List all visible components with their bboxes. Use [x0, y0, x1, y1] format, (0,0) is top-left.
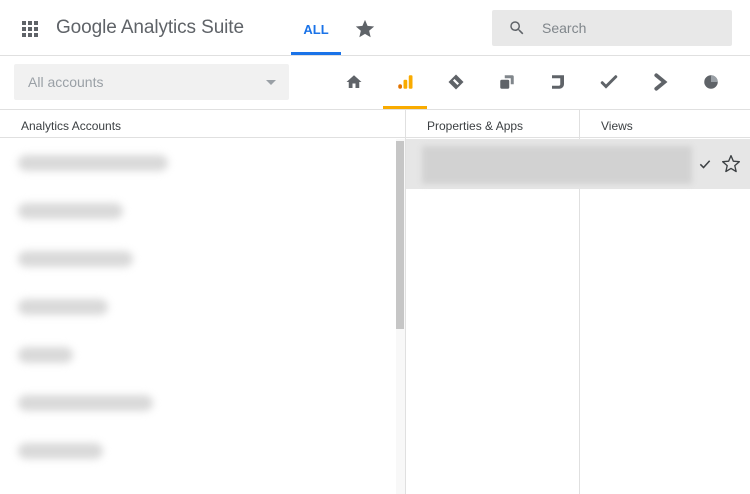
- product-toolbar: All accounts: [0, 56, 750, 110]
- checkmark-icon: [699, 160, 711, 169]
- audience-pie-icon: [704, 75, 718, 89]
- data-studio-icon: [552, 75, 564, 89]
- product-logo[interactable]: Google Analytics Suite: [56, 17, 244, 39]
- tag-manager-icon: [448, 74, 464, 90]
- product-tab-analytics[interactable]: [383, 56, 427, 109]
- tab-starred[interactable]: [354, 18, 376, 40]
- properties-column-title: Properties & Apps: [427, 119, 524, 133]
- views-column-header: Views: [580, 110, 750, 138]
- views-column-title: Views: [601, 119, 633, 133]
- list-item[interactable]: [0, 331, 396, 379]
- redacted-property-view-name: [422, 146, 692, 184]
- scrollbar-thumb[interactable]: [396, 141, 404, 329]
- redacted-account-name: [18, 395, 153, 411]
- top-app-bar: Google Analytics Suite ALL: [0, 0, 750, 56]
- product-tab-optimize[interactable]: [485, 56, 529, 109]
- star-icon: [355, 19, 375, 38]
- optimize-icon: [500, 75, 514, 89]
- accounts-scrollbar[interactable]: [396, 139, 405, 494]
- attribution-chevron-icon: [654, 73, 668, 91]
- tab-all[interactable]: ALL: [291, 0, 341, 55]
- active-tab-indicator: [291, 52, 341, 55]
- search-box[interactable]: [492, 10, 732, 46]
- product-tab-attribution[interactable]: [638, 56, 682, 109]
- redacted-account-name: [18, 443, 103, 459]
- selected-property-view-row[interactable]: [406, 139, 750, 189]
- account-selector[interactable]: All accounts: [14, 64, 289, 100]
- tab-all-label: ALL: [303, 22, 329, 37]
- list-item[interactable]: [0, 379, 396, 427]
- list-item[interactable]: [0, 427, 396, 475]
- brand-google: Google: [56, 17, 117, 38]
- product-tab-home[interactable]: [332, 56, 376, 109]
- accounts-list: [0, 139, 396, 494]
- analytics-bars-icon: [398, 75, 413, 89]
- surveys-check-icon: [600, 75, 618, 89]
- redacted-account-name: [18, 203, 123, 219]
- dropdown-caret-icon: [266, 80, 276, 85]
- search-icon: [510, 21, 524, 35]
- redacted-account-name: [18, 251, 133, 267]
- list-item[interactable]: [0, 187, 396, 235]
- list-item[interactable]: [0, 283, 396, 331]
- search-input[interactable]: [542, 10, 722, 46]
- list-item[interactable]: [0, 235, 396, 283]
- product-tab-tag-manager[interactable]: [434, 56, 478, 109]
- properties-column-header: Properties & Apps: [406, 110, 579, 138]
- product-tab-audience-center[interactable]: [689, 56, 733, 109]
- account-selector-value: All accounts: [28, 74, 104, 90]
- list-item[interactable]: [0, 139, 396, 187]
- brand-product: Analytics Suite: [120, 17, 244, 38]
- redacted-account-name: [18, 347, 73, 363]
- product-tab-surveys[interactable]: [587, 56, 631, 109]
- redacted-account-name: [18, 299, 108, 315]
- product-tab-data-studio[interactable]: [536, 56, 580, 109]
- accounts-column-title: Analytics Accounts: [21, 119, 122, 133]
- star-outline-icon[interactable]: [721, 154, 741, 174]
- apps-grid-icon[interactable]: [22, 21, 38, 37]
- accounts-column-header: Analytics Accounts: [0, 110, 405, 138]
- redacted-account-name: [18, 155, 168, 171]
- home-icon: [346, 75, 362, 88]
